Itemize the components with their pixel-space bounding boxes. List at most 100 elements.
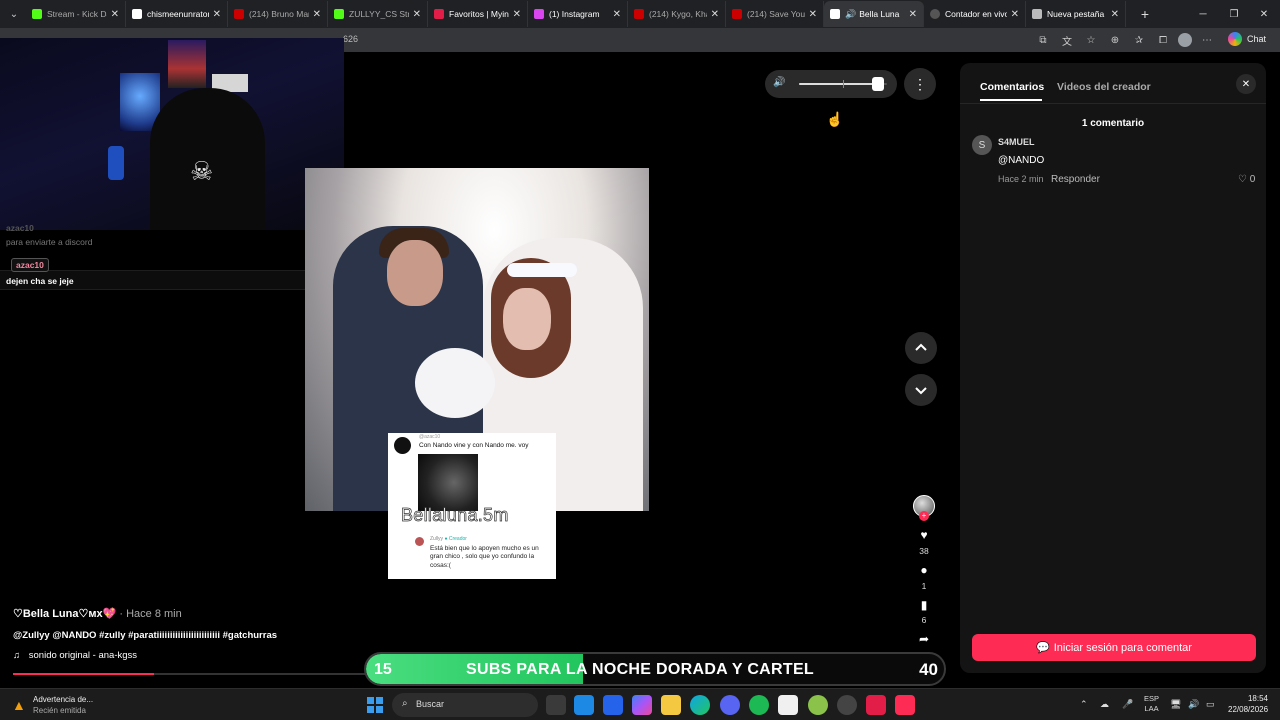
tab-label: Stream - Kick Da — [47, 9, 107, 19]
close-icon[interactable]: ✕ — [909, 9, 917, 20]
video-tiara — [507, 263, 577, 277]
capcut-icon[interactable] — [778, 695, 798, 715]
copilot-chat-button[interactable]: Chat — [1227, 32, 1266, 46]
favorite-star-icon[interactable]: ☆ — [1082, 31, 1100, 49]
tiktok-taskbar-icon[interactable] — [895, 695, 915, 715]
tab-comments[interactable]: Comentarios — [980, 81, 1044, 93]
network-icon[interactable]: 🖥 — [1170, 699, 1181, 710]
volume-slider[interactable] — [799, 77, 887, 91]
tab-contador[interactable]: Contador en vivo ✕ — [924, 1, 1026, 27]
close-icon[interactable]: ✕ — [613, 9, 621, 20]
close-icon[interactable]: ✕ — [413, 9, 421, 20]
follow-plus-icon[interactable]: + — [919, 511, 929, 521]
profile-avatar[interactable] — [1178, 33, 1192, 47]
comment-icon[interactable]: ● — [913, 563, 935, 577]
restore-icon[interactable]: ❐ — [1218, 0, 1250, 28]
tab-kick-stream[interactable]: Stream - Kick Da ✕ — [26, 1, 126, 27]
warning-title[interactable]: Advertencia de... — [33, 695, 93, 704]
volume-tray-icon[interactable]: 🔊 — [1188, 699, 1199, 710]
comment-like-button[interactable]: ♡ 0 — [1238, 174, 1255, 185]
close-icon[interactable]: ✕ — [1111, 9, 1119, 20]
tab-youtube-save[interactable]: (214) Save Your ✕ — [726, 1, 824, 27]
extensions-icon[interactable]: ⊕ — [1106, 31, 1124, 49]
tab-label: Bella Luna — [859, 9, 900, 19]
separator-dot: · — [119, 608, 124, 620]
close-icon[interactable]: ✕ — [1011, 9, 1019, 20]
commenter-username[interactable]: S4MUEL — [998, 137, 1035, 147]
minimize-icon[interactable]: ─ — [1187, 0, 1219, 28]
open-in-app-icon[interactable]: ⧉ — [1034, 31, 1052, 49]
show-hidden-icons-icon[interactable]: ⌃ — [1080, 699, 1088, 710]
windows-start-icon[interactable] — [367, 697, 383, 713]
close-icon[interactable]: ✕ — [1236, 74, 1256, 94]
volume-thumb[interactable] — [872, 77, 885, 91]
volume-control[interactable]: 🔊 — [765, 70, 897, 98]
tab-list-icon[interactable]: ⌄ — [2, 3, 26, 25]
comments-panel: Comentarios Videos del creador ✕ 1 comen… — [960, 63, 1266, 673]
language-indicator[interactable]: ESP LAA — [1144, 694, 1159, 714]
tab-kick-zullyy[interactable]: ZULLYY_CS Strea ✕ — [328, 1, 428, 27]
task-view-icon[interactable] — [546, 695, 566, 715]
tab-favoritos[interactable]: Favoritos | Myinst ✕ — [428, 1, 528, 27]
obs-icon[interactable] — [837, 695, 857, 715]
active-tab-underline — [980, 99, 1042, 101]
tab-label: (1) Instagram — [549, 9, 600, 19]
close-icon[interactable]: ✕ — [809, 9, 817, 20]
collections-icon[interactable]: ⧠ — [1154, 31, 1172, 49]
onedrive-icon[interactable]: ☁ — [1100, 699, 1109, 710]
instagram-icon — [534, 9, 544, 19]
close-icon[interactable]: ✕ — [313, 9, 321, 20]
new-tab-button[interactable]: + — [1134, 3, 1156, 25]
red-app-icon[interactable] — [866, 695, 886, 715]
previous-video-button[interactable] — [905, 332, 937, 364]
tab-creator-videos[interactable]: Videos del creador — [1057, 81, 1151, 93]
warning-subtitle: Recién emitida — [33, 706, 86, 715]
close-icon[interactable]: ✕ — [111, 9, 119, 20]
speaker-icon[interactable]: 🔊 — [845, 9, 856, 20]
comment-like-count: 0 — [1249, 174, 1256, 185]
discord-icon[interactable] — [720, 695, 740, 715]
like-heart-icon[interactable]: ♥ — [913, 528, 935, 542]
close-icon[interactable]: ✕ — [213, 9, 221, 20]
video-sound[interactable]: ♫ sonido original - ana-kgss — [13, 650, 137, 661]
favorites-icon[interactable]: ✰ — [1130, 31, 1148, 49]
tab-bella-luna-active[interactable]: 🔊 Bella Luna ✕ — [824, 1, 924, 27]
next-video-button[interactable] — [905, 374, 937, 406]
volume-icon[interactable]: 🔊 — [773, 77, 785, 88]
window-close-icon[interactable]: ✕ — [1248, 0, 1280, 28]
tab-new[interactable]: Nueva pestaña ✕ — [1026, 1, 1126, 27]
commenter-avatar[interactable]: S — [972, 135, 992, 155]
clock[interactable]: 18:54 22/08/2026 — [1228, 694, 1268, 716]
bookmark-icon[interactable]: ▮ — [913, 598, 935, 612]
share-arrow-icon[interactable]: ➦ — [913, 632, 935, 646]
more-options-icon[interactable]: ⋯ — [1198, 31, 1216, 49]
video-inset-card: @azac10 Con Nando vine y con Nando me. v… — [388, 433, 556, 579]
save-count: 6 — [921, 615, 927, 625]
copilot-app-icon[interactable] — [632, 695, 652, 715]
close-icon[interactable]: ✕ — [711, 9, 719, 20]
more-options-button[interactable]: ⋮ — [904, 68, 936, 100]
login-to-comment-button[interactable]: 💬 Iniciar sesión para comentar — [972, 634, 1256, 661]
microphone-icon[interactable]: 🎤 — [1122, 699, 1133, 710]
tab-tiktok-chisme[interactable]: chismeenunraton ✕ — [126, 1, 228, 27]
inset-reply-username: Zullyy — [430, 536, 444, 542]
url-text[interactable]: 626 — [343, 34, 358, 44]
tab-youtube-kygo[interactable]: (214) Kygo, Khalid ✕ — [628, 1, 726, 27]
file-explorer-icon[interactable] — [661, 695, 681, 715]
tab-instagram[interactable]: (1) Instagram ✕ — [528, 1, 628, 27]
store-icon[interactable] — [603, 695, 623, 715]
spotify-icon[interactable] — [749, 695, 769, 715]
taskbar-search[interactable]: ⌕ Buscar — [392, 693, 538, 717]
translate-icon[interactable]: 文 — [1058, 31, 1076, 49]
edge-icon[interactable] — [690, 695, 710, 715]
battery-icon[interactable]: ▭ — [1206, 699, 1215, 710]
green-app-icon[interactable] — [808, 695, 828, 715]
tab-label: Nueva pestaña — [1047, 9, 1105, 19]
tab-youtube-bruno[interactable]: (214) Bruno Mars ✕ — [228, 1, 328, 27]
warning-icon[interactable]: ▲ — [12, 697, 28, 713]
author-name[interactable]: ♡Bella Luna♡ᴍx💖 — [13, 608, 116, 620]
reply-button[interactable]: Responder — [1051, 174, 1100, 185]
notes-app-icon[interactable] — [574, 695, 594, 715]
close-icon[interactable]: ✕ — [513, 9, 521, 20]
volume-tick — [843, 80, 844, 88]
